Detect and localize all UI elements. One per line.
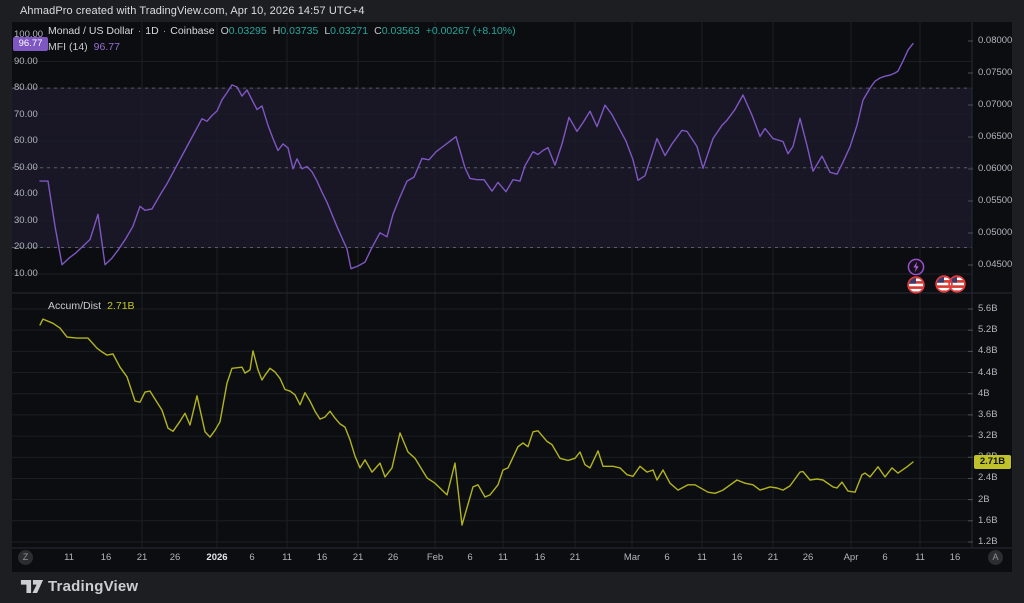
accdist-legend[interactable]: Accum/Dist 2.71B (48, 298, 135, 314)
accdist-axis-label: 4B (978, 388, 990, 400)
ohlc-value: 0.03271 (330, 25, 368, 37)
price-axis-label: 0.07000 (978, 99, 1012, 111)
mfi-axis-label: 10.00 (14, 268, 38, 280)
us-flag-pair-icon (935, 275, 967, 293)
accdist-axis-label: 2.4B (978, 472, 998, 484)
time-axis-label: 26 (153, 552, 197, 563)
accdist-indicator-label[interactable]: Accum/Dist (48, 300, 101, 312)
legend-separator: · (163, 25, 167, 37)
mfi-indicator-label[interactable]: MFI (14) (48, 41, 88, 53)
price-axis-label: 0.05000 (978, 227, 1012, 239)
price-axis-label: 0.07500 (978, 67, 1012, 79)
mfi-indicator-value: 96.77 (94, 41, 120, 53)
ohlc-value: 0.03735 (280, 25, 318, 37)
mfi-axis-label: 90.00 (14, 56, 38, 68)
mfi-axis-label: 20.00 (14, 241, 38, 253)
time-axis-label: 16 (933, 552, 977, 563)
ohlc-value: 0.03295 (229, 25, 267, 37)
change-value: +0.00267 (+8.10%) (426, 25, 516, 37)
accdist-axis-label: 3.6B (978, 409, 998, 421)
accdist-axis-label: 5.6B (978, 303, 998, 315)
price-axis-label: 0.08000 (978, 35, 1012, 47)
symbol-title[interactable]: Monad / US Dollar (48, 25, 134, 37)
mfi-last-value-badge: 96.77 (13, 37, 48, 51)
symbol-exchange: Coinbase (170, 25, 214, 37)
accdist-axis-label: 4.4B (978, 367, 998, 379)
symbol-legend[interactable]: Monad / US Dollar·1D·CoinbaseO0.03295H0.… (48, 23, 516, 55)
symbol-interval[interactable]: 1D (145, 25, 158, 37)
auto-scale-button[interactable]: A (988, 550, 1003, 565)
tradingview-logo-icon[interactable] (20, 578, 44, 600)
accdist-indicator-value: 2.71B (107, 300, 134, 312)
accdist-last-value-badge: 2.71B (974, 455, 1011, 469)
ohlc-key: O (221, 25, 229, 37)
timezone-button[interactable]: Z (18, 550, 33, 565)
ohlc-values: O0.03295H0.03735L0.03271C0.03563 (215, 25, 420, 37)
accdist-axis-label: 2B (978, 494, 990, 506)
chart-region[interactable]: Monad / US Dollar·1D·CoinbaseO0.03295H0.… (12, 22, 1012, 572)
mfi-axis-label: 60.00 (14, 135, 38, 147)
price-axis-label: 0.05500 (978, 195, 1012, 207)
lightning-icon (907, 258, 925, 276)
ohlc-value: 0.03563 (382, 25, 420, 37)
accdist-axis-label: 1.6B (978, 515, 998, 527)
us-flag-icon (907, 276, 925, 294)
time-axis-label: 21 (553, 552, 597, 563)
chart-canvas[interactable] (12, 22, 1012, 572)
mfi-axis-label: 70.00 (14, 109, 38, 121)
price-axis-label: 0.06500 (978, 131, 1012, 143)
mfi-axis-label: 50.00 (14, 162, 38, 174)
accdist-axis-label: 4.8B (978, 345, 998, 357)
price-axis-label: 0.04500 (978, 259, 1012, 271)
price-axis-label: 0.06000 (978, 163, 1012, 175)
mfi-axis-label: 80.00 (14, 82, 38, 94)
mfi-axis-label: 40.00 (14, 188, 38, 200)
mfi-axis-label: 30.00 (14, 215, 38, 227)
accdist-axis-label: 1.2B (978, 536, 998, 548)
time-axis-label: 26 (786, 552, 830, 563)
attribution-text: AhmadPro created with TradingView.com, A… (20, 5, 365, 17)
tradingview-snapshot: AhmadPro created with TradingView.com, A… (0, 0, 1024, 603)
accdist-axis-label: 3.2B (978, 430, 998, 442)
footer-bar: TradingView (0, 572, 1024, 603)
tradingview-wordmark[interactable]: TradingView (48, 578, 138, 595)
ohlc-key: C (374, 25, 382, 37)
legend-separator: · (138, 25, 142, 37)
time-axis-label: 26 (371, 552, 415, 563)
accdist-axis-label: 5.2B (978, 324, 998, 336)
